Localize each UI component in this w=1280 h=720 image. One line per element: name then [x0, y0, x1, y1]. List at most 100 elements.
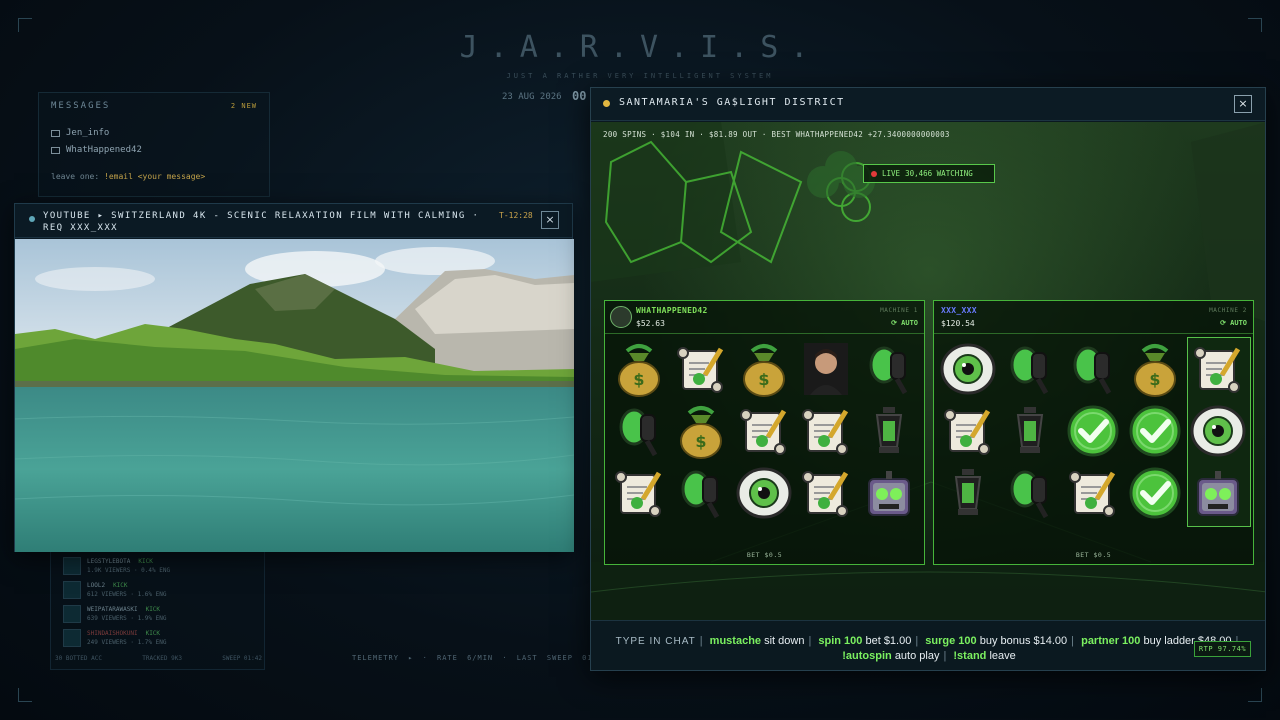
stream-platform: KICK: [113, 582, 128, 589]
machine-tag: MACHINE 1: [880, 307, 918, 314]
slot-title-bar[interactable]: SANTAMARIA'S GA$LIGHT DISTRICT ×: [591, 88, 1265, 121]
auto-toggle[interactable]: ⟳ AUTO: [891, 319, 918, 327]
video-frame: [15, 239, 574, 552]
command-name: partner 100: [1081, 635, 1141, 647]
stream-stats: 249 VIEWERS · 1.7% ENG: [87, 639, 167, 646]
jarvis-clock: 00: [572, 89, 587, 103]
youtube-video-title: YOUTUBE ▸ SWITZERLAND 4K - SCENIC RELAXA…: [43, 211, 480, 233]
stream-name: WEIPATARAWASKI: [87, 606, 138, 613]
player-balance: $120.54: [941, 319, 975, 328]
message-item[interactable]: Jen_info: [51, 128, 109, 138]
money-bag-icon: $: [671, 401, 733, 463]
commands-label: TYPE IN CHAT: [615, 636, 696, 647]
message-sender: WhatHappened42: [66, 145, 142, 155]
svg-text:$: $: [696, 432, 707, 451]
rtp-badge: RTP 97.74%: [1194, 641, 1251, 657]
player-name: XXX_XXX: [941, 306, 977, 315]
command-desc: bet $1.00: [865, 635, 912, 647]
streams-footer-tracked: TRACKED 9K3: [142, 655, 182, 662]
streams-panel: LEGSTYLEBOTA KICK 1.9K VIEWERS · 0.4% ENG…: [50, 540, 265, 670]
money-bag-icon: $: [734, 339, 796, 401]
youtube-timer: T-12:28: [499, 211, 533, 220]
reel-grid: $: [938, 337, 1251, 527]
command-desc: sit down: [764, 635, 805, 647]
close-button[interactable]: ×: [1234, 95, 1252, 113]
player-balance: $52.63: [636, 319, 665, 328]
video-player[interactable]: [15, 239, 574, 552]
stream-row[interactable]: WEIPATARAWASKI KICK 639 VIEWERS · 1.9% EN…: [63, 605, 166, 623]
microphone-icon: [609, 401, 671, 463]
stream-platform: KICK: [145, 630, 161, 637]
envelope-icon: [51, 129, 60, 137]
avatar: [63, 605, 81, 623]
stream-row[interactable]: LEGSTYLEBOTA KICK 1.9K VIEWERS · 0.4% ENG: [63, 557, 170, 575]
jarvis-subtitle: JUST A RATHER VERY INTELLIGENT SYSTEM: [506, 72, 774, 80]
auto-toggle[interactable]: ⟳ AUTO: [1220, 319, 1247, 327]
scroll-icon: [734, 401, 796, 463]
eye-icon: [734, 463, 796, 525]
youtube-window[interactable]: YOUTUBE ▸ SWITZERLAND 4K - SCENIC RELAXA…: [14, 203, 574, 552]
status-dot-icon: [603, 100, 610, 107]
streams-footer-sweep: SWEEP 01:42: [222, 655, 262, 662]
microphone-icon: [1000, 463, 1062, 525]
jarvis-title: J.A.R.V.I.S.: [459, 30, 821, 65]
stream-stats: 612 VIEWERS · 1.6% ENG: [87, 591, 167, 598]
stream-stats: 1.9K VIEWERS · 0.4% ENG: [87, 567, 171, 574]
status-dot-icon: [29, 216, 35, 222]
bet-amount: BET $0.5: [746, 551, 783, 559]
svg-text:$: $: [758, 370, 769, 389]
message-item[interactable]: WhatHappened42: [51, 145, 142, 155]
streams-footer-accounts: 30 BOTTED ACC: [55, 655, 102, 662]
messages-footer-prefix: leave one:: [51, 172, 100, 181]
youtube-title-bar[interactable]: YOUTUBE ▸ SWITZERLAND 4K - SCENIC RELAXA…: [15, 204, 572, 238]
messages-header: MESSAGES: [51, 101, 111, 111]
command-name: !stand: [953, 650, 987, 662]
money-bag-icon: $: [1125, 339, 1187, 401]
frame-corner-tr: [1248, 18, 1262, 32]
eye-icon: [938, 339, 1000, 401]
stream-platform: KICK: [138, 558, 153, 565]
scroll-icon: [796, 401, 858, 463]
scroll-icon: [1188, 339, 1250, 401]
slot-window[interactable]: SANTAMARIA'S GA$LIGHT DISTRICT × 200 SPI…: [590, 87, 1266, 671]
frame-corner-bl: [18, 688, 32, 702]
slot-window-title: SANTAMARIA'S GA$LIGHT DISTRICT: [619, 97, 845, 108]
avatar: [63, 557, 81, 575]
command-desc: buy bonus $14.00: [979, 635, 1068, 647]
live-dot-icon: [871, 170, 877, 177]
stream-name: LEGSTYLEBOTA: [87, 558, 131, 565]
svg-text:$: $: [1150, 370, 1161, 389]
lantern-icon: [1000, 401, 1062, 463]
eye-icon: [1188, 401, 1250, 463]
stream-row[interactable]: LOOL2 KICK 612 VIEWERS · 1.6% ENG: [63, 581, 166, 599]
microphone-icon: [671, 463, 733, 525]
telemetry-bar: TELEMETRY ▸ · RATE 6/MIN · LAST SWEEP 01…: [352, 654, 609, 662]
scroll-icon: [938, 401, 1000, 463]
close-button[interactable]: ×: [541, 211, 559, 229]
message-sender: Jen_info: [66, 128, 110, 138]
command-name: mustache: [709, 635, 762, 647]
slot-machine-2[interactable]: XXX_XXX $120.54 MACHINE 2 ⟳ AUTO $ BET $…: [933, 300, 1254, 565]
messages-footer-command: !email <your message>: [104, 172, 206, 181]
frame-corner-br: [1248, 688, 1262, 702]
live-label: LIVE: [882, 169, 901, 178]
lantern-icon: [938, 463, 1000, 525]
robot-icon: [1188, 463, 1250, 525]
frame-corner-tl: [18, 18, 32, 32]
scroll-icon: [671, 339, 733, 401]
slot-stage: 200 SPINS · $104 IN · $81.89 OUT · BEST …: [591, 122, 1265, 620]
scroll-icon: [609, 463, 671, 525]
envelope-icon: [51, 146, 60, 154]
machine-header: WHATHAPPENED42 $52.63 MACHINE 1 ⟳ AUTO: [605, 301, 924, 334]
avatar: [63, 629, 81, 647]
machine-header: XXX_XXX $120.54 MACHINE 2 ⟳ AUTO: [934, 301, 1253, 334]
slot-machine-1[interactable]: WHATHAPPENED42 $52.63 MACHINE 1 ⟳ AUTO $…: [604, 300, 925, 565]
scroll-icon: [1063, 463, 1125, 525]
microphone-icon: [1000, 339, 1062, 401]
messages-footer: leave one: !email <your message>: [51, 172, 205, 181]
microphone-icon: [1063, 339, 1125, 401]
check-icon: [1125, 401, 1187, 463]
messages-panel: MESSAGES 2 NEW Jen_info WhatHappened42 l…: [38, 92, 270, 197]
stream-row[interactable]: SHINDAISHOKUNI KICK 249 VIEWERS · 1.7% EN…: [63, 629, 166, 647]
command-name: surge 100: [925, 635, 977, 647]
